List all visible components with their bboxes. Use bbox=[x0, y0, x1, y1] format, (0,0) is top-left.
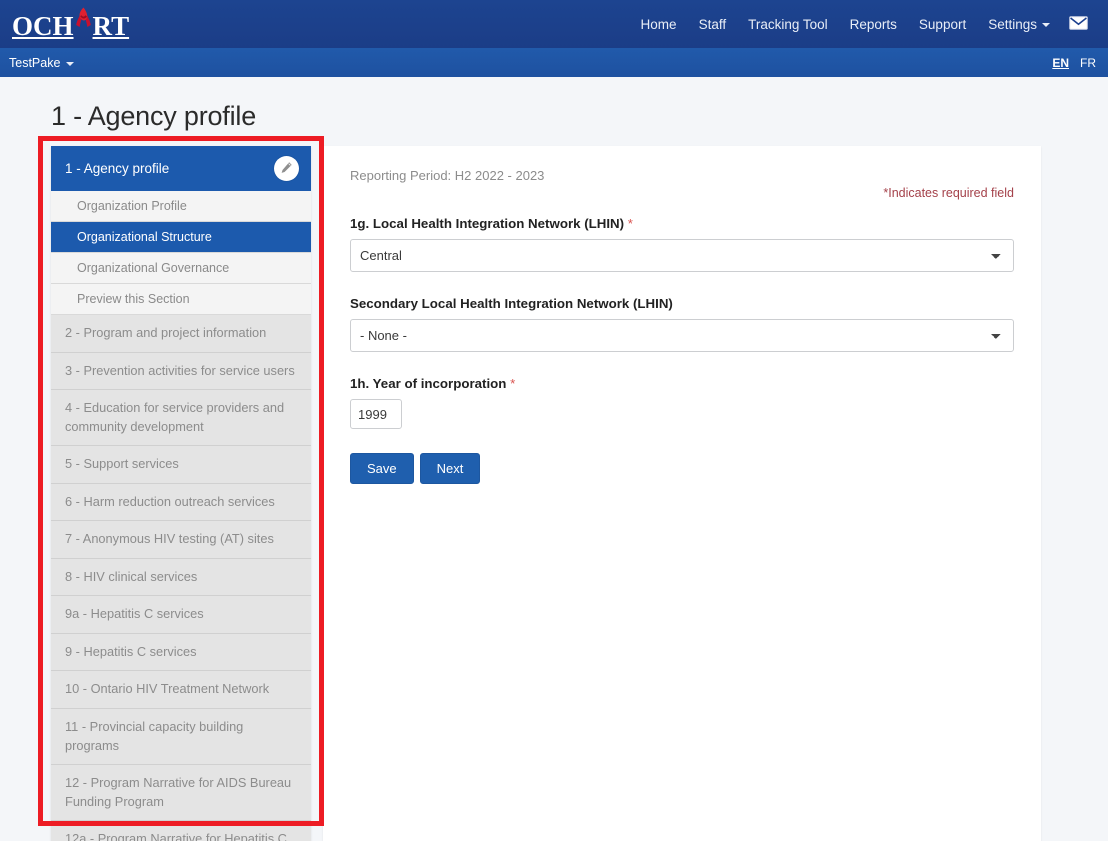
sidebar-item-section-10[interactable]: 10 - Ontario HIV Treatment Network bbox=[51, 671, 311, 710]
agency-name: TestPake bbox=[9, 55, 61, 70]
edit-section-button[interactable] bbox=[274, 156, 299, 181]
field-year-of-incorporation: 1h. Year of incorporation * bbox=[350, 376, 1014, 429]
aids-ribbon-icon bbox=[74, 7, 93, 35]
sidebar-item-label: 11 - Provincial capacity building progra… bbox=[65, 719, 244, 753]
sidebar-item-section-12a[interactable]: 12a - Program Narrative for Hepatitis C … bbox=[51, 821, 311, 841]
form-actions: Save Next bbox=[350, 453, 1014, 484]
nav-staff[interactable]: Staff bbox=[688, 9, 738, 40]
nav-home[interactable]: Home bbox=[630, 9, 688, 40]
nav-home-label: Home bbox=[640, 16, 677, 32]
sidebar-item-section-12[interactable]: 12 - Program Narrative for AIDS Bureau F… bbox=[51, 765, 311, 822]
sidebar-item-label: Organization Profile bbox=[77, 199, 187, 213]
nav-settings-label: Settings bbox=[988, 16, 1037, 32]
page-layout: 1 - Agency profile Organization Profile … bbox=[0, 132, 1108, 841]
ochart-logo[interactable]: OCH RT bbox=[8, 7, 130, 41]
field-year-label-text: 1h. Year of incorporation bbox=[350, 376, 507, 391]
sidebar-item-section-3[interactable]: 3 - Prevention activities for service us… bbox=[51, 352, 311, 391]
sidebar-item-section-11[interactable]: 11 - Provincial capacity building progra… bbox=[51, 709, 311, 766]
sidebar-item-section-8[interactable]: 8 - HIV clinical services bbox=[51, 558, 311, 597]
page-body: 1 - Agency profile 1 - Agency profile Or… bbox=[0, 77, 1108, 841]
field-lhin: 1g. Local Health Integration Network (LH… bbox=[350, 216, 1014, 272]
lang-fr[interactable]: FR bbox=[1080, 56, 1096, 70]
sidebar-item-label: 6 - Harm reduction outreach services bbox=[65, 493, 275, 509]
nav-reports[interactable]: Reports bbox=[839, 9, 908, 40]
sidebar-item-label: 12 - Program Narrative for AIDS Bureau F… bbox=[65, 775, 292, 809]
sidebar-item-organizational-governance[interactable]: Organizational Governance bbox=[51, 253, 311, 284]
nav-support-label: Support bbox=[918, 16, 967, 32]
sidebar-item-section-9[interactable]: 9 - Hepatitis C services bbox=[51, 633, 311, 672]
year-of-incorporation-input[interactable] bbox=[350, 399, 402, 429]
sidebar-item-label: 9a - Hepatitis C services bbox=[65, 606, 204, 622]
nav-tracking-tool-label: Tracking Tool bbox=[748, 16, 828, 32]
agency-bar: TestPake EN FR bbox=[0, 48, 1108, 77]
field-secondary-lhin-label: Secondary Local Health Integration Netwo… bbox=[350, 296, 1014, 311]
field-year-label: 1h. Year of incorporation * bbox=[350, 376, 1014, 391]
sidebar-item-section-7[interactable]: 7 - Anonymous HIV testing (AT) sites bbox=[51, 521, 311, 559]
sidebar-item-label: 8 - HIV clinical services bbox=[65, 568, 198, 584]
field-lhin-label-text: 1g. Local Health Integration Network (LH… bbox=[350, 216, 625, 231]
sidebar-item-label: 7 - Anonymous HIV testing (AT) sites bbox=[65, 531, 274, 547]
field-secondary-lhin: Secondary Local Health Integration Netwo… bbox=[350, 296, 1014, 352]
nav-staff-label: Staff bbox=[698, 16, 727, 32]
sidebar-section-label: 1 - Agency profile bbox=[65, 161, 170, 176]
pencil-icon bbox=[280, 161, 293, 177]
messages-button[interactable] bbox=[1061, 8, 1098, 41]
sidebar-item-label: 10 - Ontario HIV Treatment Network bbox=[65, 681, 270, 697]
required-marker: * bbox=[510, 376, 516, 391]
lhin-select[interactable]: Central bbox=[350, 239, 1014, 272]
logo-text-after: RT bbox=[92, 10, 130, 41]
sidebar-item-label: 2 - Program and project information bbox=[65, 325, 267, 340]
field-secondary-lhin-label-text: Secondary Local Health Integration Netwo… bbox=[350, 296, 673, 311]
sidebar-item-section-9a[interactable]: 9a - Hepatitis C services bbox=[51, 596, 311, 634]
nav-reports-label: Reports bbox=[849, 16, 897, 32]
sidebar-item-label: 9 - Hepatitis C services bbox=[65, 643, 197, 659]
form-panel: Reporting Period: H2 2022 - 2023 *Indica… bbox=[323, 146, 1041, 841]
sidebar-item-label: Organizational Governance bbox=[77, 261, 230, 275]
next-button[interactable]: Next bbox=[419, 453, 481, 484]
lang-en[interactable]: EN bbox=[1052, 56, 1069, 70]
top-navbar: OCH RT Home Staff Tracking Tool Reports … bbox=[0, 0, 1108, 48]
reporting-period: Reporting Period: H2 2022 - 2023 bbox=[350, 168, 545, 183]
sidebar-item-section-5[interactable]: 5 - Support services bbox=[51, 446, 311, 484]
chevron-down-icon bbox=[1042, 23, 1050, 27]
nav-links: Home Staff Tracking Tool Reports Support… bbox=[630, 8, 1108, 41]
sidebar-item-label: 5 - Support services bbox=[65, 456, 179, 472]
nav-support[interactable]: Support bbox=[908, 9, 977, 40]
envelope-icon bbox=[1069, 15, 1088, 33]
sidebar-item-label: 12a - Program Narrative for Hepatitis C … bbox=[65, 831, 287, 841]
sidebar-section-agency-profile[interactable]: 1 - Agency profile bbox=[51, 146, 311, 191]
sidebar-item-section-2[interactable]: 2 - Program and project information bbox=[51, 315, 311, 353]
chevron-down-icon bbox=[66, 61, 75, 66]
required-marker: * bbox=[627, 216, 633, 231]
page-title: 1 - Agency profile bbox=[51, 101, 257, 131]
sidebar-item-section-4[interactable]: 4 - Education for service providers and … bbox=[51, 390, 311, 447]
sidebar-item-label: 3 - Prevention activities for service us… bbox=[65, 362, 295, 378]
agency-switcher[interactable]: TestPake bbox=[9, 55, 75, 70]
secondary-lhin-select[interactable]: - None - bbox=[350, 319, 1014, 352]
sidebar-item-label: Organizational Structure bbox=[77, 230, 212, 244]
sidebar-item-label: 4 - Education for service providers and … bbox=[65, 400, 285, 434]
language-switcher: EN FR bbox=[1052, 56, 1096, 70]
field-lhin-label: 1g. Local Health Integration Network (LH… bbox=[350, 216, 1014, 231]
sidebar-item-organization-profile[interactable]: Organization Profile bbox=[51, 191, 311, 222]
required-field-note: *Indicates required field bbox=[883, 186, 1014, 200]
save-button[interactable]: Save bbox=[350, 453, 414, 484]
logo-text-before: OCH bbox=[12, 10, 74, 41]
nav-tracking-tool[interactable]: Tracking Tool bbox=[737, 9, 839, 40]
nav-settings[interactable]: Settings bbox=[977, 9, 1061, 40]
sidebar-item-section-6[interactable]: 6 - Harm reduction outreach services bbox=[51, 483, 311, 522]
section-navigation-sidebar: 1 - Agency profile Organization Profile … bbox=[51, 146, 311, 841]
sidebar-item-preview-section[interactable]: Preview this Section bbox=[51, 284, 311, 315]
sidebar-item-label: Preview this Section bbox=[77, 292, 190, 306]
sidebar-item-organizational-structure[interactable]: Organizational Structure bbox=[51, 222, 311, 253]
